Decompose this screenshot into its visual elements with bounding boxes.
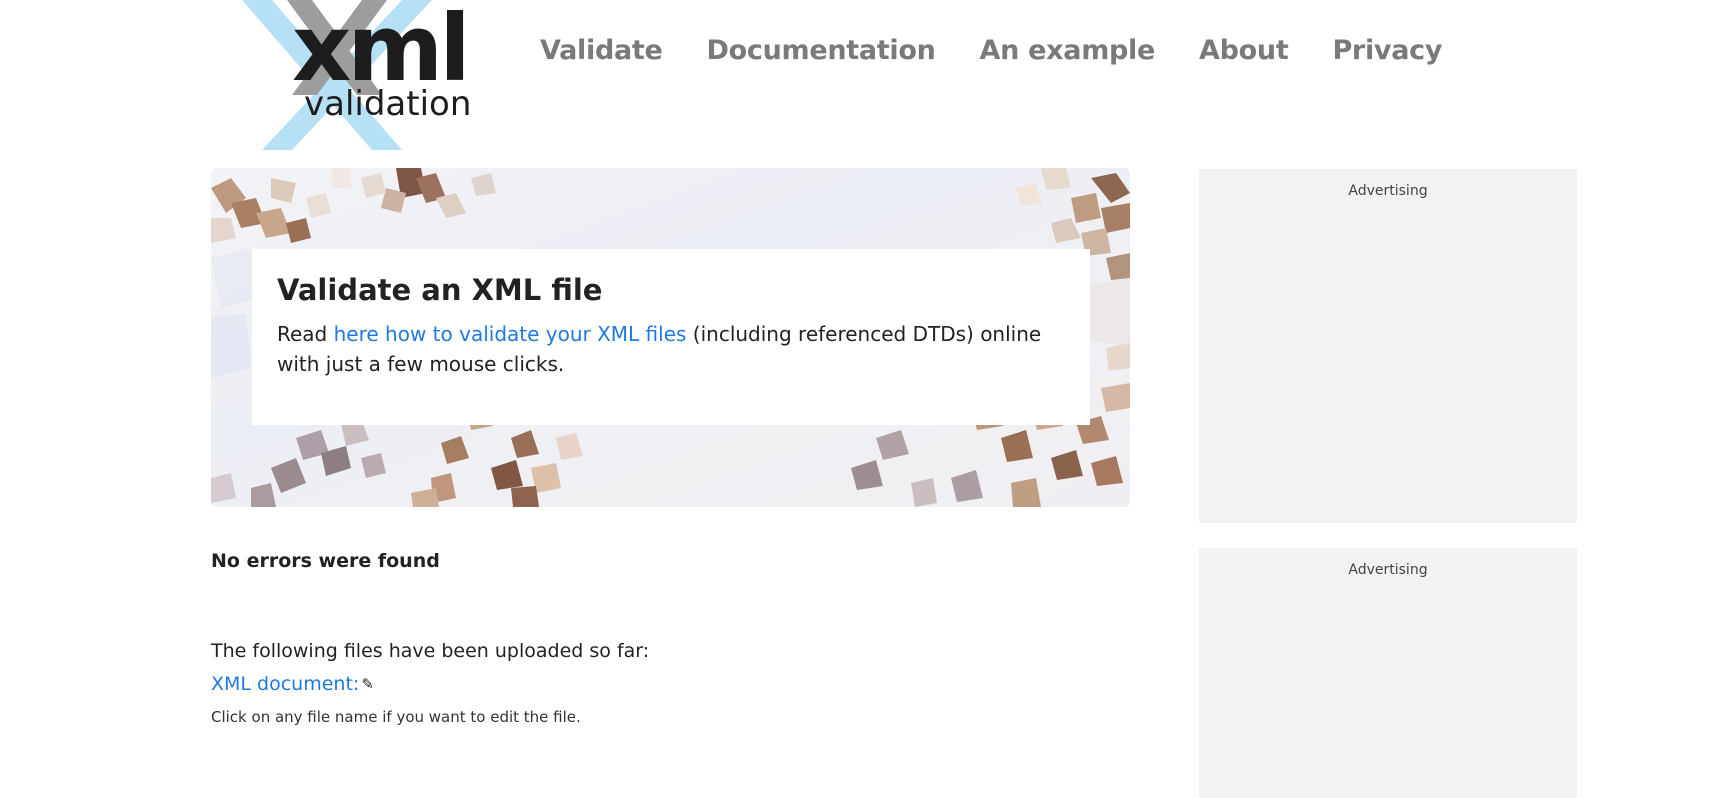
- nav-validate[interactable]: Validate: [540, 35, 663, 66]
- nav-example[interactable]: An example: [980, 35, 1156, 66]
- main-nav: Validate Documentation An example About …: [540, 28, 1486, 72]
- nav-privacy[interactable]: Privacy: [1332, 35, 1442, 66]
- xml-document-label: XML document:: [211, 673, 360, 695]
- hero-text-before: Read: [277, 322, 334, 346]
- nav-about[interactable]: About: [1199, 35, 1289, 66]
- advertising-label: Advertising: [1348, 183, 1428, 199]
- how-to-validate-link[interactable]: here how to validate your XML files: [334, 322, 687, 346]
- validation-result: No errors were found: [211, 550, 440, 572]
- hero-banner: Validate an XML file Read here how to va…: [211, 168, 1130, 507]
- pencil-icon: ✎: [361, 675, 374, 693]
- uploaded-files-label: The following files have been uploaded s…: [211, 640, 650, 662]
- hero-description: Read here how to validate your XML files…: [277, 319, 1065, 379]
- edit-hint: Click on any file name if you want to ed…: [211, 708, 581, 726]
- page-title: Validate an XML file: [277, 273, 603, 307]
- logo-graphic: xml validation: [242, 0, 471, 150]
- nav-documentation[interactable]: Documentation: [707, 35, 936, 66]
- advertising-box-1[interactable]: Advertising: [1199, 169, 1577, 523]
- hero-card: Validate an XML file Read here how to va…: [252, 249, 1090, 425]
- advertising-label: Advertising: [1348, 562, 1428, 578]
- xml-document-link[interactable]: XML document: ✎: [211, 673, 374, 695]
- logo-subtitle: validation: [304, 84, 471, 124]
- site-logo[interactable]: xml validation: [232, 0, 492, 150]
- advertising-box-2[interactable]: Advertising: [1199, 548, 1577, 798]
